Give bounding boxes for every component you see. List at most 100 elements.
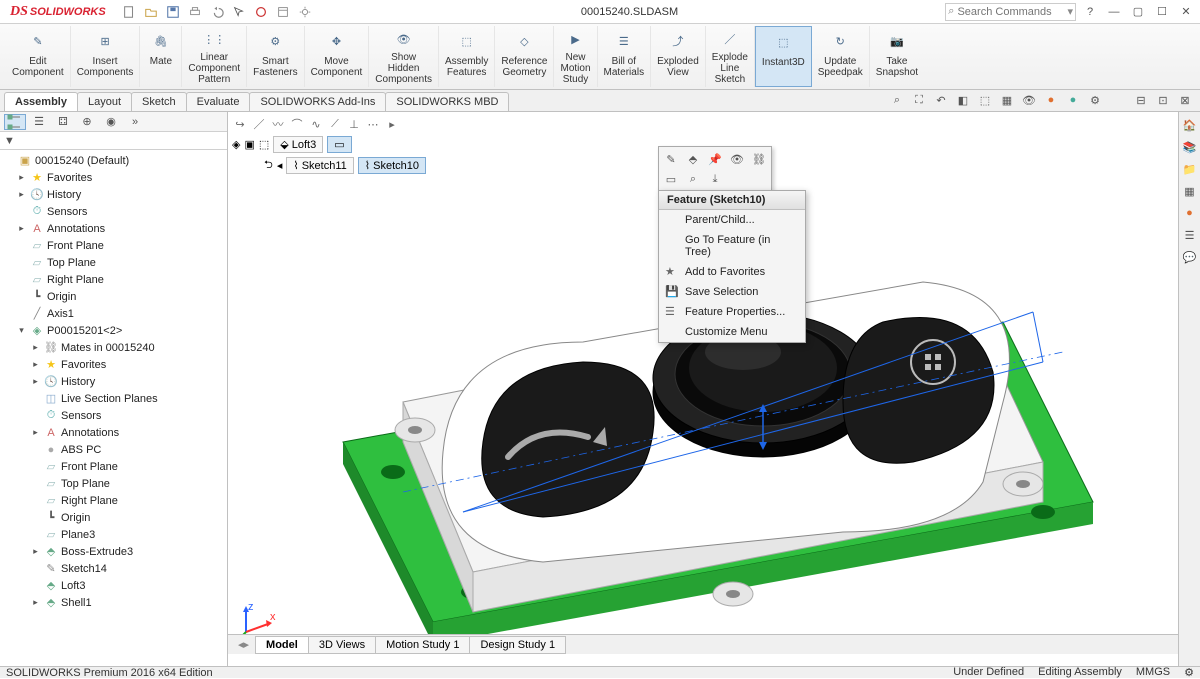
ribbon-edit-component[interactable]: ✎EditComponent (6, 26, 71, 87)
tree-item[interactable]: ╱Axis1 (2, 305, 227, 322)
print-icon[interactable] (186, 3, 204, 21)
tab-solidworks-mbd[interactable]: SOLIDWORKS MBD (385, 92, 509, 111)
crumb-sketch11[interactable]: ⌇Sketch11 (286, 157, 353, 174)
save-icon[interactable] (164, 3, 182, 21)
ribbon-update-speedpak[interactable]: ↻UpdateSpeedpak (812, 26, 870, 87)
config-manager-tab-icon[interactable]: ⚃ (52, 114, 74, 130)
line-icon[interactable]: ／ (251, 116, 267, 132)
tree-item[interactable]: ▱Top Plane (2, 254, 227, 271)
expand-toggle[interactable]: ▸ (30, 546, 41, 557)
box-select-icon[interactable]: ▭ (662, 170, 680, 188)
tree-item[interactable]: ▸★Favorites (2, 169, 227, 186)
tree-item[interactable]: ⏱Sensors (2, 407, 227, 424)
ribbon-show-hidden[interactable]: 👁ShowHiddenComponents (369, 26, 439, 87)
dimxpert-tab-icon[interactable]: ⊕ (76, 114, 98, 130)
tab-layout[interactable]: Layout (77, 92, 132, 111)
tree-item[interactable]: ⬘Loft3 (2, 577, 227, 594)
crumb-sketch10[interactable]: ⌇Sketch10 (358, 157, 426, 174)
ribbon-exploded-view[interactable]: ⤴ExplodedView (651, 26, 706, 87)
more-icon[interactable]: ⋯ (365, 116, 381, 132)
tree-item[interactable]: ▸⬘Shell1 (2, 594, 227, 611)
tab-evaluate[interactable]: Evaluate (186, 92, 251, 111)
property-manager-tab-icon[interactable]: ☰ (28, 114, 50, 130)
tree-item[interactable]: ✎Sketch14 (2, 560, 227, 577)
expand-toggle[interactable]: ▸ (30, 359, 41, 370)
search-input[interactable] (957, 6, 1067, 18)
expand-toggle[interactable]: ▾ (16, 325, 27, 336)
tangent-icon[interactable]: ⟋ (327, 116, 343, 132)
expand-toggle[interactable]: ▸ (30, 376, 41, 387)
minimize-icon[interactable]: — (1104, 3, 1124, 21)
bottom-tab-motion-study-1[interactable]: Motion Study 1 (375, 636, 470, 654)
restore-icon[interactable]: ▢ (1128, 3, 1148, 21)
curve-icon[interactable]: ∿ (308, 116, 324, 132)
tree-item[interactable]: ▱Front Plane (2, 458, 227, 475)
ribbon-reference-geometry[interactable]: ◇ReferenceGeometry (495, 26, 554, 87)
expand-toggle[interactable]: ▸ (16, 189, 27, 200)
graphics-area[interactable]: ↪ ／ 〰 ⌒ ∿ ⟋ ⊥ ⋯ ▸ ◈ ▣ ⬚ ⬙Loft3 ▭ ⮌ ◂ ⌇Sk… (228, 112, 1178, 666)
bc-feature-icon[interactable]: ⬚ (259, 138, 269, 151)
section-icon[interactable]: ◧ (954, 92, 972, 108)
menu-parent-child[interactable]: Parent/Child... (659, 210, 805, 230)
menu-customize-menu[interactable]: Customize Menu (659, 322, 805, 342)
tree-item[interactable]: ▸⬘Boss-Extrude3 (2, 543, 227, 560)
open-icon[interactable] (142, 3, 160, 21)
ribbon-explode-line[interactable]: ／ExplodeLineSketch (706, 26, 755, 87)
bc-back-icon[interactable]: ⮌ (264, 156, 273, 175)
close-icon[interactable]: ✕ (1176, 3, 1196, 21)
arc-icon[interactable]: ⌒ (289, 116, 305, 132)
ribbon-move-component[interactable]: ✥MoveComponent (305, 26, 370, 87)
doc-restore-icon[interactable]: ⊡ (1154, 92, 1172, 108)
expand-arrow-icon[interactable]: » (124, 114, 146, 130)
bc-part-icon[interactable]: ◈ (232, 138, 240, 151)
rebuild-icon[interactable] (252, 3, 270, 21)
expand-toggle[interactable]: ▸ (30, 597, 41, 608)
ribbon-linear-pattern[interactable]: ⋮⋮LinearComponentPattern (182, 26, 247, 87)
display-manager-tab-icon[interactable]: ◉ (100, 114, 122, 130)
bc-prev-icon[interactable]: ◂ (277, 159, 283, 172)
appearance-icon[interactable]: ● (1042, 92, 1060, 108)
tab-solidworks-add-ins[interactable]: SOLIDWORKS Add-Ins (249, 92, 386, 111)
normal-to-icon[interactable]: ⬘ (684, 150, 702, 168)
expand-toggle[interactable]: ▸ (16, 172, 27, 183)
menu-go-to-feature-in-tree[interactable]: Go To Feature (in Tree) (659, 230, 805, 262)
bottom-tab-model[interactable]: Model (255, 636, 309, 654)
ribbon-instant3d[interactable]: ⬚Instant3D (755, 26, 812, 87)
appearances-icon[interactable]: ● (1181, 204, 1199, 222)
undo-icon[interactable] (208, 3, 226, 21)
new-icon[interactable] (120, 3, 138, 21)
tree-item[interactable]: ◫Live Section Planes (2, 390, 227, 407)
ribbon-mate[interactable]: 🖇Mate (140, 26, 182, 87)
zoom-area-icon[interactable]: ⛶ (910, 92, 928, 108)
collapse-icon[interactable]: ⤓ (706, 170, 724, 188)
play-icon[interactable]: ▸ (384, 116, 400, 132)
scene-icon[interactable]: ● (1064, 92, 1082, 108)
hide-show-icon[interactable]: 👁 (1020, 92, 1038, 108)
tree-item[interactable]: ●ABS PC (2, 441, 227, 458)
tree-item[interactable]: ▸★Favorites (2, 356, 227, 373)
expand-toggle[interactable]: ▸ (16, 223, 27, 234)
expand-toggle[interactable]: ▸ (30, 427, 41, 438)
tree-item[interactable]: ▱Right Plane (2, 271, 227, 288)
fm-filter[interactable]: ▼ (0, 132, 227, 150)
tree-item[interactable]: ▸AAnnotations (2, 424, 227, 441)
tree-item[interactable]: ▣00015240 (Default) (2, 152, 227, 169)
tree-item[interactable]: ⏱Sensors (2, 203, 227, 220)
crumb-loft[interactable]: ⬙Loft3 (273, 136, 323, 153)
options-icon[interactable] (274, 3, 292, 21)
bottom-tab-design-study-1[interactable]: Design Study 1 (469, 636, 566, 654)
menu-save-selection[interactable]: 💾Save Selection (659, 282, 805, 302)
ribbon-assembly-features[interactable]: ⬚AssemblyFeatures (439, 26, 495, 87)
pin-icon[interactable]: 📌 (706, 150, 724, 168)
doc-minimize-icon[interactable]: ⊟ (1132, 92, 1150, 108)
view-settings-icon[interactable]: ⚙ (1086, 92, 1104, 108)
hide-icon[interactable]: 👁 (728, 150, 746, 168)
tree-item[interactable]: ┗Origin (2, 509, 227, 526)
forum-icon[interactable]: 💬 (1181, 248, 1199, 266)
ribbon-smart-fasteners[interactable]: ⚙SmartFasteners (247, 26, 304, 87)
tab-nav-icons[interactable]: ◂▸ (232, 638, 255, 651)
display-style-icon[interactable]: ▦ (998, 92, 1016, 108)
maximize-icon[interactable]: ☐ (1152, 3, 1172, 21)
zoom-sel-icon[interactable]: ⌕ (684, 170, 702, 188)
ribbon-snapshot[interactable]: 📷TakeSnapshot (870, 26, 924, 87)
